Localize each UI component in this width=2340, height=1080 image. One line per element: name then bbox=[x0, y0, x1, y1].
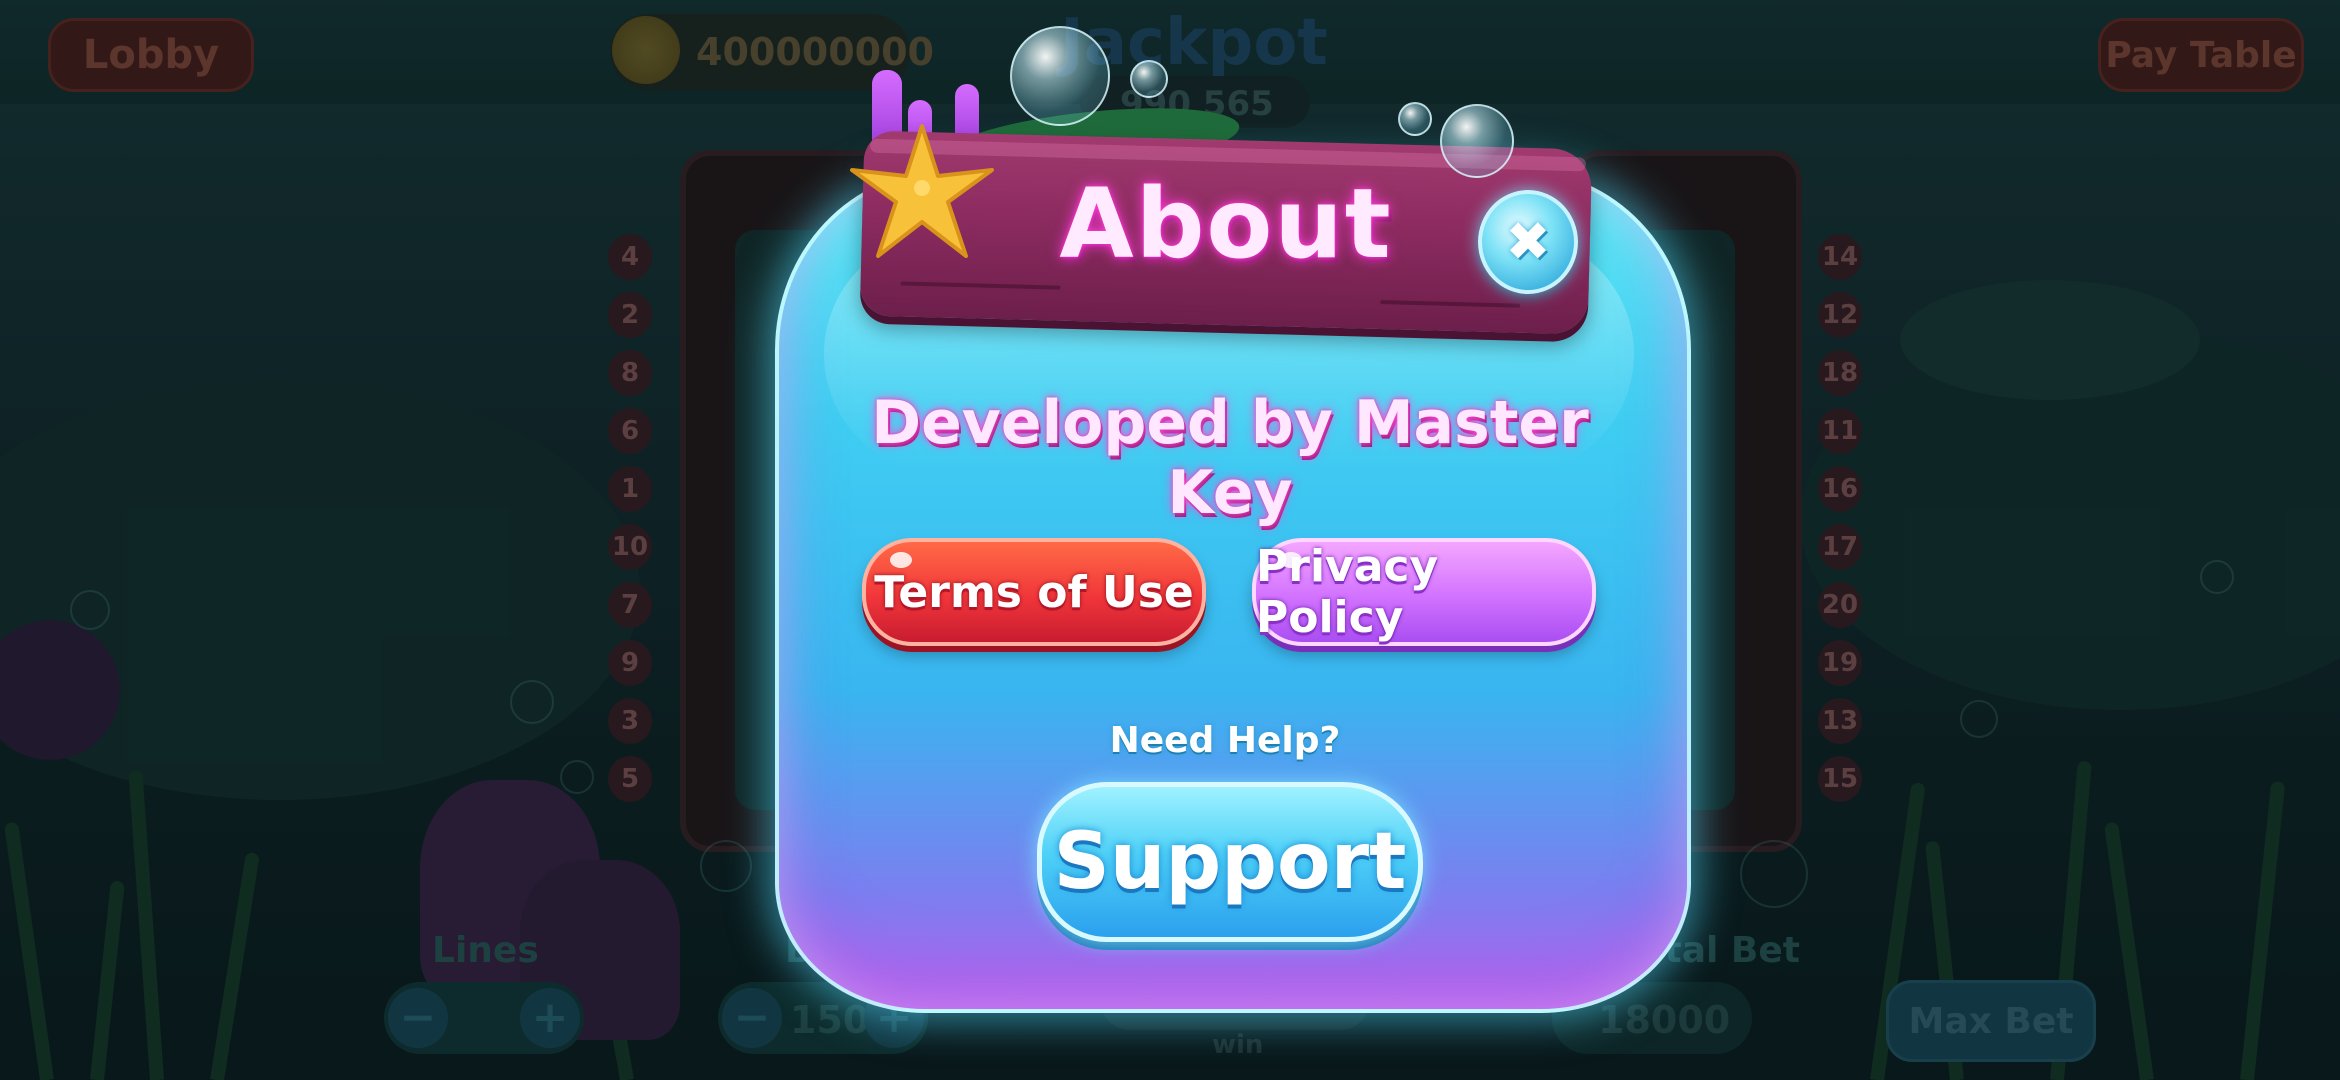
support-label: Support bbox=[1053, 817, 1407, 907]
privacy-policy-label: Privacy Policy bbox=[1256, 541, 1439, 643]
developer-credit: Developed by Master Key bbox=[871, 388, 1589, 528]
privacy-policy-button[interactable]: Privacy Policy bbox=[1252, 538, 1596, 646]
plank-grain bbox=[1380, 300, 1521, 308]
terms-of-use-button[interactable]: Terms of Use bbox=[862, 538, 1206, 646]
button-gloss bbox=[890, 552, 912, 568]
bubble-icon bbox=[1010, 26, 1110, 126]
plank-grain bbox=[900, 281, 1061, 290]
need-help-text: Need Help? bbox=[1109, 720, 1341, 761]
terms-of-use-label: Terms of Use bbox=[874, 566, 1194, 618]
bubble-icon bbox=[1130, 60, 1168, 98]
close-button[interactable]: ✖ bbox=[1478, 190, 1578, 294]
button-gloss bbox=[1280, 552, 1302, 568]
support-button[interactable]: Support bbox=[1037, 782, 1423, 942]
bubble-icon bbox=[1440, 104, 1514, 178]
bubble-icon bbox=[1398, 102, 1432, 136]
close-icon: ✖ bbox=[1505, 210, 1551, 273]
